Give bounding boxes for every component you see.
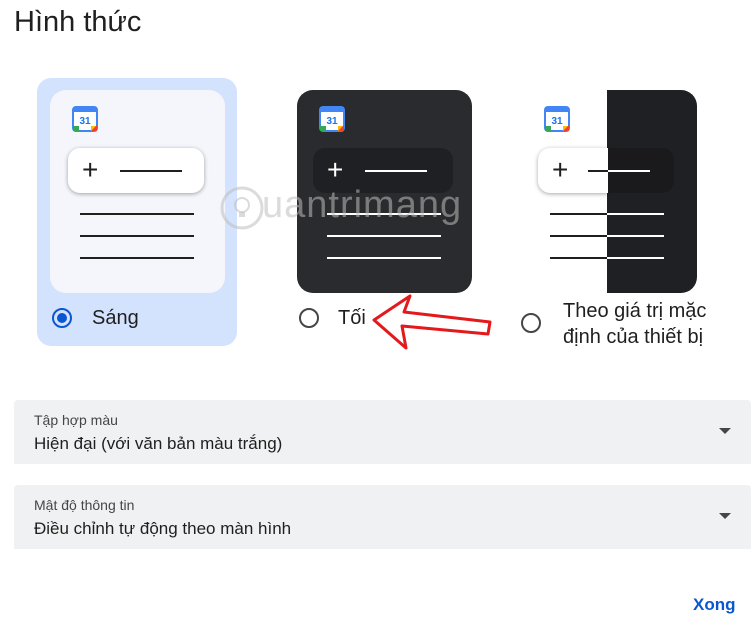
preview-list-line: [327, 257, 441, 259]
preview-line: [588, 170, 608, 172]
google-calendar-icon: 31: [72, 106, 98, 132]
preview-line: [365, 170, 427, 172]
density-label: Mật độ thông tin: [34, 497, 135, 513]
svg-text:31: 31: [79, 116, 91, 127]
theme-label-device-default[interactable]: Theo giá trị mặc định của thiết bị: [563, 298, 743, 350]
preview-list-line: [550, 257, 607, 259]
theme-label-dark[interactable]: Tối: [338, 305, 366, 331]
google-calendar-icon: 31: [319, 106, 345, 132]
preview-list-line: [607, 213, 664, 215]
preview-list-line: [80, 213, 194, 215]
information-density-select[interactable]: Mật độ thông tin Điều chỉnh tự động theo…: [14, 485, 751, 549]
density-value: Điều chỉnh tự động theo màn hình: [34, 519, 292, 538]
theme-label-light[interactable]: Sáng: [92, 305, 139, 331]
section-title: Hình thức: [14, 6, 142, 38]
lightbulb-icon: [220, 186, 264, 230]
done-button[interactable]: Xong: [693, 595, 736, 615]
theme-preview-device-default[interactable]: 31 +: [522, 90, 697, 293]
plus-icon: +: [552, 154, 569, 185]
svg-text:31: 31: [551, 116, 563, 127]
preview-list-line: [80, 257, 194, 259]
preview-line: [608, 170, 650, 172]
preview-list-line: [550, 235, 607, 237]
preview-create-button: +: [68, 148, 204, 193]
annotation-arrow-icon: [372, 294, 492, 350]
radio-dark[interactable]: [299, 308, 319, 328]
preview-list-line: [550, 213, 607, 215]
preview-list-line: [607, 257, 664, 259]
dropdown-arrow-icon[interactable]: [719, 513, 731, 519]
preview-list-line: [607, 235, 664, 237]
plus-icon: +: [82, 154, 99, 185]
dropdown-arrow-icon[interactable]: [719, 428, 731, 434]
radio-light[interactable]: [52, 308, 72, 328]
color-set-label: Tập hợp màu: [34, 412, 118, 428]
preview-line: [120, 170, 182, 172]
google-calendar-icon: 31: [544, 106, 570, 132]
radio-device-default[interactable]: [521, 313, 541, 333]
preview-list-line: [327, 235, 441, 237]
plus-icon: +: [327, 154, 344, 185]
theme-preview-light[interactable]: 31 +: [50, 90, 225, 293]
svg-text:31: 31: [326, 116, 338, 127]
color-set-value: Hiện đại (với văn bản màu trắng): [34, 434, 283, 453]
color-set-select[interactable]: Tập hợp màu Hiện đại (với văn bản màu tr…: [14, 400, 751, 464]
watermark-text: uantrimang: [262, 184, 463, 226]
preview-list-line: [80, 235, 194, 237]
